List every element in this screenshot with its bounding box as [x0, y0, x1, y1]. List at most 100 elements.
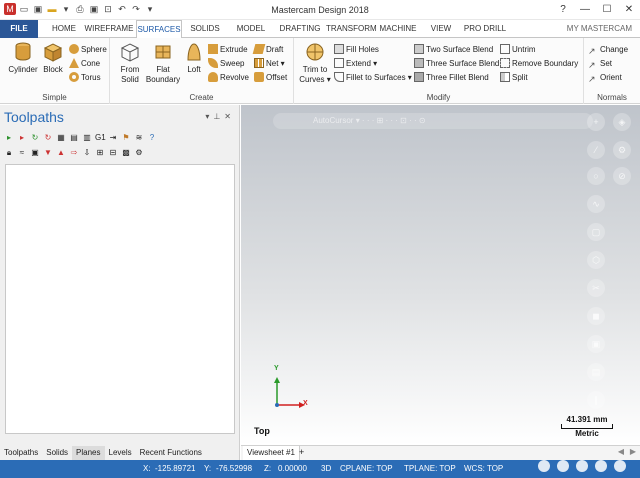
my-mastercam-link[interactable]: MY MASTERCAM: [567, 20, 632, 38]
scroll-right-icon[interactable]: ▶: [630, 447, 636, 456]
regenerate-dirty-icon[interactable]: ↻: [43, 133, 53, 143]
tab-planes[interactable]: Planes: [72, 446, 105, 460]
polygon-tool-icon[interactable]: ⬡: [587, 251, 605, 269]
remove-boundary-button[interactable]: Remove Boundary: [500, 57, 578, 70]
status-tplane[interactable]: TPLANE: TOP: [404, 460, 456, 478]
panel-close-icon[interactable]: ✕: [224, 112, 235, 121]
tab-surfaces[interactable]: SURFACES: [136, 20, 182, 39]
close-button[interactable]: ✕: [618, 0, 640, 20]
sweep-button[interactable]: Sweep: [208, 57, 244, 70]
highfeed-icon[interactable]: ⇥: [108, 133, 118, 143]
three-surface-blend-button[interactable]: Three Surface Blend: [414, 57, 499, 70]
select-failed-icon[interactable]: ▸: [17, 133, 27, 143]
autocursor-toolbar[interactable]: AutoCursor ▾ · · · ⊞ · · · ⊡ · · ⊙: [273, 113, 593, 129]
simulate-icon[interactable]: ▥: [82, 133, 92, 143]
regenerate-icon[interactable]: ↻: [30, 133, 40, 143]
gear-icon[interactable]: ⚙︎: [613, 141, 631, 159]
toolpath-tree[interactable]: [5, 164, 235, 434]
tab-transform[interactable]: TRANSFORM: [326, 20, 377, 38]
insert-arrow-icon[interactable]: ⇨: [69, 148, 79, 158]
copy-icon[interactable]: ▣: [30, 148, 40, 158]
collapse-icon[interactable]: ⊟: [108, 148, 118, 158]
add-viewsheet-button[interactable]: +: [299, 447, 304, 457]
backplot-icon[interactable]: ▦: [56, 133, 66, 143]
hidden-line-icon[interactable]: [576, 460, 588, 472]
cone-button[interactable]: Cone: [69, 57, 100, 70]
toggle-post-icon[interactable]: ≈: [17, 148, 27, 158]
tab-toolpaths[interactable]: Toolpaths: [0, 446, 42, 460]
orient-normals-button[interactable]: ↗ Orient: [588, 71, 622, 84]
post-icon[interactable]: G1: [95, 133, 106, 143]
color-display-icon[interactable]: [595, 460, 607, 472]
tab-home[interactable]: HOME: [46, 20, 82, 38]
panel-help-icon[interactable]: ?: [147, 133, 157, 143]
extrude-button[interactable]: Extrude: [208, 43, 248, 56]
viewsheet-tab[interactable]: Viewsheet #1: [243, 446, 300, 460]
rectangle-tool-icon[interactable]: ▢: [587, 223, 605, 241]
fillet-to-surfaces-button[interactable]: Fillet to Surfaces ▾: [334, 71, 412, 84]
shaded-display-icon[interactable]: [557, 460, 569, 472]
status-wcs[interactable]: WCS: TOP: [464, 460, 503, 478]
lock-icon[interactable]: 🔒︎: [4, 148, 14, 158]
flat-boundary-button[interactable]: Flat Boundary: [144, 42, 182, 85]
cylinder-button[interactable]: Cylinder: [6, 42, 40, 75]
help-icon[interactable]: ?: [552, 0, 574, 20]
display-options-icon[interactable]: ▩: [121, 148, 131, 158]
loft-button[interactable]: Loft: [182, 42, 206, 75]
two-surface-blend-button[interactable]: Two Surface Blend: [414, 43, 493, 56]
scroll-left-icon[interactable]: ◀: [618, 447, 624, 456]
circle-tool-icon[interactable]: ○: [587, 167, 605, 185]
from-solid-button[interactable]: From Solid: [116, 42, 144, 85]
change-normals-button[interactable]: ↗ Change: [588, 43, 628, 56]
move-down-icon[interactable]: ▼: [43, 148, 53, 158]
no-entry-icon[interactable]: ⊘: [613, 167, 631, 185]
three-fillet-blend-button[interactable]: Three Fillet Blend: [414, 71, 489, 84]
net-button[interactable]: Net ▾: [254, 57, 285, 70]
tab-model-prep[interactable]: MODEL PREI: [227, 20, 275, 51]
toggle-display-icon[interactable]: ≋: [134, 133, 144, 143]
tab-levels[interactable]: Levels: [105, 446, 136, 460]
translucency-icon[interactable]: [614, 460, 626, 472]
tab-solids[interactable]: SOLIDS: [186, 20, 224, 38]
torus-button[interactable]: Torus: [69, 71, 101, 84]
tab-machine[interactable]: MACHINE: [378, 20, 418, 38]
layers-tool-icon[interactable]: ▤: [587, 363, 605, 381]
status-z-value[interactable]: 0.00000: [278, 460, 307, 478]
pin-icon[interactable]: ⊥: [213, 112, 224, 121]
tab-file[interactable]: FILE: [0, 20, 38, 38]
tab-drafting[interactable]: DRAFTING: [278, 20, 322, 38]
move-up-icon[interactable]: ▲: [56, 148, 66, 158]
select-all-icon[interactable]: ▸: [4, 133, 14, 143]
settings-icon[interactable]: ⚙︎: [134, 148, 144, 158]
trim-tool-icon[interactable]: ✂: [587, 279, 605, 297]
maximize-button[interactable]: ☐: [596, 0, 618, 20]
spline-tool-icon[interactable]: ∿: [587, 195, 605, 213]
status-cplane[interactable]: CPLANE: TOP: [340, 460, 393, 478]
pause-tool-icon[interactable]: ∥: [587, 391, 605, 409]
minimize-button[interactable]: —: [574, 0, 596, 20]
graphics-viewport[interactable]: AutoCursor ▾ · · · ⊞ · · · ⊡ · · ⊙ + ◈ ⁄…: [241, 105, 640, 445]
tab-solids[interactable]: Solids: [42, 446, 72, 460]
line-tool-icon[interactable]: ⁄: [587, 141, 605, 159]
tab-recent-functions[interactable]: Recent Functions: [136, 446, 206, 460]
draft-button[interactable]: Draft: [252, 43, 283, 56]
fill-holes-button[interactable]: Fill Holes: [334, 43, 379, 56]
scroll-icon[interactable]: ⇩: [82, 148, 92, 158]
trim-to-curves-button[interactable]: Trim to Curves ▾: [298, 42, 332, 85]
set-normals-button[interactable]: ↗ Set: [588, 57, 612, 70]
offset-button[interactable]: Offset: [254, 71, 287, 84]
lock-toolpath-icon[interactable]: ⚑: [121, 133, 131, 143]
sphere-button[interactable]: Sphere: [69, 43, 107, 56]
solid-tool-icon[interactable]: ◼: [587, 307, 605, 325]
block-button[interactable]: Block: [40, 42, 66, 75]
status-3d-mode[interactable]: 3D: [321, 460, 331, 478]
revolve-button[interactable]: Revolve: [208, 71, 249, 84]
tab-pro-drill[interactable]: PRO DRILL: [462, 20, 508, 38]
tab-view[interactable]: VIEW: [426, 20, 456, 38]
wireframe-display-icon[interactable]: [538, 460, 550, 472]
add-icon[interactable]: +: [587, 113, 605, 131]
extend-button[interactable]: Extend ▾: [334, 57, 377, 70]
untrim-button[interactable]: Untrim: [500, 43, 536, 56]
verify-icon[interactable]: ▤: [69, 133, 79, 143]
expand-icon[interactable]: ⊞: [95, 148, 105, 158]
